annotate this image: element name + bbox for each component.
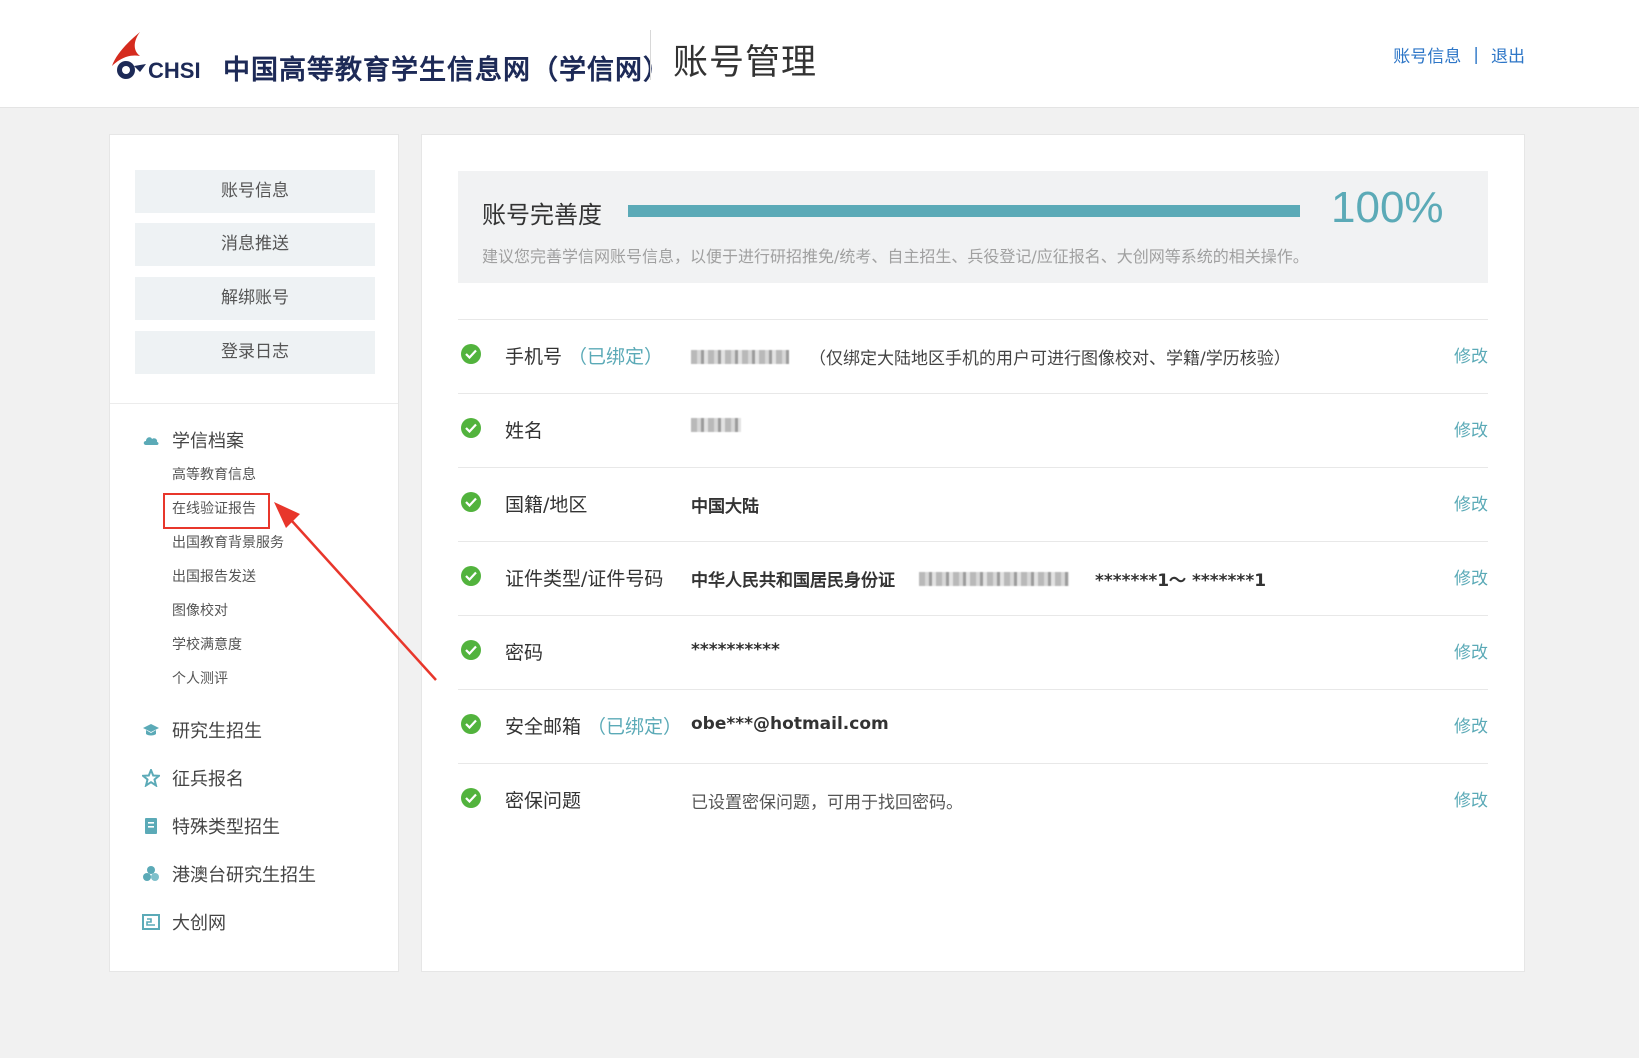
id-masked-range: *******1～ *******1 [1095, 571, 1267, 591]
info-row-name: 姓名 修改 [458, 393, 1488, 467]
sidebar-item-personal-assessment[interactable]: 个人测评 [172, 668, 228, 688]
edit-id-link[interactable]: 修改 [1454, 564, 1488, 589]
sidebar-divider [110, 403, 398, 404]
sidebar-item-higher-education-info[interactable]: 高等教育信息 [172, 464, 256, 484]
sidebar-btn-message-push[interactable]: 消息推送 [135, 223, 375, 266]
site-name: 中国高等教育学生信息网（学信网） [223, 55, 671, 86]
row-label: 姓名 [505, 416, 543, 443]
phone-note: （仅绑定大陆地区手机的用户可进行图像校对、学籍/学历核验） [809, 349, 1291, 369]
completeness-panel: 账号完善度 100% 建议您完善学信网账号信息，以便于进行研招推免/统考、自主招… [458, 171, 1488, 283]
row-label: 密码 [505, 638, 543, 665]
info-row-password: 密码 ********** 修改 [458, 615, 1488, 689]
header-links: 账号信息 | 退出 [1393, 42, 1525, 68]
sidebar-section-xuexin-archive[interactable]: 学信档案 [142, 427, 244, 453]
id-type-value: 中华人民共和国居民身份证 [691, 571, 895, 591]
check-icon [461, 714, 481, 734]
password-value: ********** [691, 640, 780, 660]
sidebar: 账号信息 消息推送 解绑账号 登录日志 学信档案 高等教育信息 在线验证报告 出… [109, 134, 399, 972]
check-icon [461, 344, 481, 364]
sidebar-item-overseas-education-service[interactable]: 出国教育背景服务 [172, 532, 284, 552]
edit-name-link[interactable]: 修改 [1454, 416, 1488, 441]
completeness-label: 账号完善度 [482, 201, 602, 229]
page-title: 账号管理 [673, 43, 818, 83]
row-value: 中华人民共和国居民身份证 *******1～ *******1 [691, 566, 1266, 591]
account-info-link[interactable]: 账号信息 [1393, 42, 1461, 67]
completeness-progress-bar [628, 205, 1300, 217]
info-row-security-question: 密保问题 已设置密保问题，可用于找回密码。 修改 [458, 763, 1488, 837]
row-label: 国籍/地区 [505, 490, 587, 517]
sidebar-section-label: 港澳台研究生招生 [172, 865, 316, 886]
main-panel: 账号完善度 100% 建议您完善学信网账号信息，以便于进行研招推免/统考、自主招… [421, 134, 1525, 972]
row-label: 安全邮箱 （已绑定） [505, 712, 682, 739]
check-icon [461, 640, 481, 660]
nationality-value: 中国大陆 [691, 497, 759, 517]
sidebar-btn-login-log[interactable]: 登录日志 [135, 331, 375, 374]
sidebar-section-label: 学信档案 [172, 431, 244, 452]
sidebar-section-graduate-admission[interactable]: 研究生招生 [142, 717, 262, 743]
sidebar-item-school-satisfaction[interactable]: 学校满意度 [172, 634, 242, 654]
info-row-phone: 手机号 （已绑定） （仅绑定大陆地区手机的用户可进行图像校对、学籍/学历核验） 修… [458, 319, 1488, 393]
row-label-text: 安全邮箱 [505, 716, 582, 738]
sidebar-section-label: 大创网 [172, 913, 226, 934]
sidebar-btn-account-info[interactable]: 账号信息 [135, 170, 375, 213]
check-icon [461, 492, 481, 512]
row-label: 密保问题 [505, 786, 581, 813]
sidebar-section-label: 特殊类型招生 [172, 817, 280, 838]
star-icon [142, 769, 160, 787]
sidebar-section-dachuang[interactable]: 大创网 [142, 909, 226, 935]
edit-email-link[interactable]: 修改 [1454, 712, 1488, 737]
header-divider [650, 30, 651, 80]
logout-link[interactable]: 退出 [1491, 42, 1525, 67]
edit-nationality-link[interactable]: 修改 [1454, 490, 1488, 515]
sidebar-section-special-admission[interactable]: 特殊类型招生 [142, 813, 280, 839]
cluster-icon [143, 866, 159, 881]
document-icon [145, 818, 157, 834]
row-label: 手机号 （已绑定） [505, 342, 663, 369]
sidebar-section-conscription[interactable]: 征兵报名 [142, 765, 244, 791]
check-icon [461, 418, 481, 438]
sidebar-section-hk-macao-taiwan[interactable]: 港澳台研究生招生 [142, 861, 316, 887]
row-label-text: 密码 [505, 642, 544, 664]
grid-icon [142, 914, 160, 930]
logo-text: CHSI [148, 58, 201, 83]
masked-name [691, 418, 741, 432]
completeness-progress-fill [628, 205, 1300, 217]
completeness-value: 100% [1331, 183, 1444, 232]
row-value: （仅绑定大陆地区手机的用户可进行图像校对、学籍/学历核验） [691, 344, 1291, 369]
graduation-cap-icon [143, 724, 159, 736]
row-label: 证件类型/证件号码 [505, 564, 663, 591]
completeness-tip: 建议您完善学信网账号信息，以便于进行研招推免/统考、自主招生、兵役登记/应征报名… [482, 247, 1309, 266]
sidebar-btn-unbind-account[interactable]: 解绑账号 [135, 277, 375, 320]
info-row-id: 证件类型/证件号码 中华人民共和国居民身份证 *******1～ *******… [458, 541, 1488, 615]
security-question-value: 已设置密保问题，可用于找回密码。 [691, 793, 963, 813]
bound-badge: （已绑定） [568, 346, 664, 368]
bound-badge: （已绑定） [587, 716, 683, 738]
sidebar-section-label: 征兵报名 [172, 769, 244, 790]
sidebar-item-image-proofreading[interactable]: 图像校对 [172, 600, 228, 620]
link-separator: | [1473, 44, 1479, 65]
row-value [691, 418, 741, 432]
header: CHSI 中国高等教育学生信息网（学信网） 账号管理 账号信息 | 退出 [0, 0, 1639, 108]
info-row-email: 安全邮箱 （已绑定） obe***@hotmail.com 修改 [458, 689, 1488, 763]
email-value: obe***@hotmail.com [691, 714, 889, 734]
highlight-box [163, 493, 270, 529]
edit-phone-link[interactable]: 修改 [1454, 342, 1488, 367]
row-label-text: 证件类型/证件号码 [505, 568, 664, 590]
masked-id-number [919, 571, 1069, 586]
info-row-nationality: 国籍/地区 中国大陆 修改 [458, 467, 1488, 541]
row-label-text: 国籍/地区 [505, 494, 588, 516]
check-icon [461, 788, 481, 808]
check-icon [461, 566, 481, 586]
masked-phone-number [691, 349, 789, 364]
cloud-icon [143, 437, 159, 445]
row-label-text: 手机号 [505, 346, 563, 368]
row-label-text: 姓名 [505, 420, 544, 442]
row-label-text: 密保问题 [505, 790, 582, 812]
sidebar-item-overseas-report-send[interactable]: 出国报告发送 [172, 566, 256, 586]
account-info-list: 手机号 （已绑定） （仅绑定大陆地区手机的用户可进行图像校对、学籍/学历核验） 修… [458, 319, 1488, 837]
edit-security-question-link[interactable]: 修改 [1454, 786, 1488, 811]
edit-password-link[interactable]: 修改 [1454, 638, 1488, 663]
sidebar-section-label: 研究生招生 [172, 721, 262, 742]
